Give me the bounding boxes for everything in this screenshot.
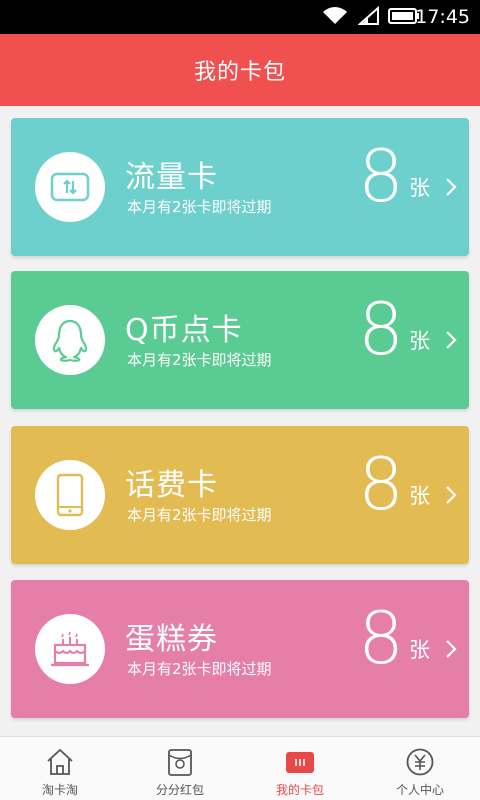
chevron-right-icon [446, 331, 457, 349]
card-count: 8 [358, 287, 404, 371]
cake-icon [51, 631, 89, 667]
card-count: 8 [358, 596, 404, 680]
card-icon-circle [35, 305, 105, 375]
wifi-icon [323, 7, 347, 24]
card-note: 本月有2张卡即将过期 [127, 198, 272, 216]
card-wallet-icon [286, 752, 314, 773]
card-q-coin[interactable]: Q币点卡 本月有2张卡即将过期 8 张 [11, 271, 469, 409]
signal-icon [358, 6, 379, 25]
card-count: 8 [358, 442, 404, 526]
bottom-tab-bar: 淘卡淘 分分红包 我的卡包 个人中心 [0, 736, 480, 800]
status-bar: 17:45 [0, 0, 480, 34]
card-list[interactable]: 流量卡 本月有2张卡即将过期 8 张 Q币点卡 本月有2张卡即将过期 8 张 话… [0, 106, 480, 736]
qq-penguin-icon [52, 319, 88, 362]
app-header: 我的卡包 [0, 34, 480, 106]
card-count: 8 [358, 134, 404, 218]
tab-label: 个人中心 [395, 783, 444, 797]
card-note: 本月有2张卡即将过期 [127, 506, 272, 524]
card-name: 蛋糕券 [125, 622, 218, 657]
card-note: 本月有2张卡即将过期 [127, 660, 272, 678]
data-transfer-icon [50, 172, 90, 202]
chevron-right-icon [446, 486, 457, 504]
red-packet-icon [168, 749, 192, 776]
card-unit: 张 [409, 484, 430, 508]
card-data-plan[interactable]: 流量卡 本月有2张卡即将过期 8 张 [11, 118, 469, 256]
chevron-right-icon [446, 178, 457, 196]
tab-profile[interactable]: 个人中心 [360, 737, 480, 800]
tab-card-wallet[interactable]: 我的卡包 [240, 737, 360, 800]
card-icon-circle [35, 460, 105, 530]
card-phone-credit[interactable]: 话费卡 本月有2张卡即将过期 8 张 [11, 426, 469, 564]
tab-red-packet[interactable]: 分分红包 [120, 737, 240, 800]
yen-circle-icon [406, 748, 434, 776]
card-unit: 张 [409, 638, 430, 662]
tab-label: 我的卡包 [275, 783, 324, 797]
card-unit: 张 [409, 176, 430, 200]
tab-label: 分分红包 [155, 783, 204, 797]
card-name: Q币点卡 [125, 313, 243, 348]
page-title: 我的卡包 [193, 60, 286, 85]
card-name: 流量卡 [125, 160, 218, 195]
status-time: 17:45 [415, 6, 470, 28]
tab-home[interactable]: 淘卡淘 [0, 737, 120, 800]
phone-icon [56, 473, 84, 517]
chevron-right-icon [446, 640, 457, 658]
card-note: 本月有2张卡即将过期 [127, 351, 272, 369]
home-icon [47, 748, 73, 775]
card-name: 话费卡 [125, 468, 218, 503]
tab-label: 淘卡淘 [41, 783, 78, 797]
card-icon-circle [35, 614, 105, 684]
card-icon-circle [35, 152, 105, 222]
card-cake-voucher[interactable]: 蛋糕券 本月有2张卡即将过期 8 张 [11, 580, 469, 718]
card-unit: 张 [409, 329, 430, 353]
